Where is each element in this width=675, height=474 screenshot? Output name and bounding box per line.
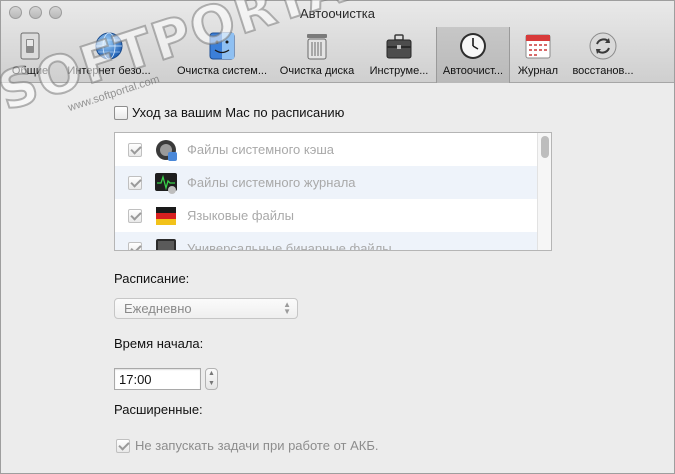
toolbar-item-internet-security[interactable]: Интернет безо...: [59, 27, 159, 83]
list-item[interactable]: Универсальные бинарные файлы: [115, 232, 538, 251]
list-item[interactable]: Языковые файлы: [115, 199, 538, 232]
switch-icon: [20, 32, 40, 60]
toolbar-item-restore[interactable]: восстанов...: [565, 27, 641, 83]
advanced-label: Расширенные:: [114, 402, 203, 417]
toolbar-item-log[interactable]: Журнал: [513, 27, 563, 83]
globe-icon: [95, 32, 123, 60]
toolbar: Автоочистка Общие Интернет безо... Очист…: [1, 1, 674, 83]
start-time-label: Время начала:: [114, 336, 204, 351]
task-checkbox[interactable]: [128, 142, 142, 157]
task-checkbox[interactable]: [128, 175, 142, 190]
toolbar-label: Интернет безо...: [67, 65, 151, 77]
task-label: Универсальные бинарные файлы: [187, 241, 392, 251]
finder-icon: [209, 32, 235, 60]
toolbar-item-tools[interactable]: Инструме...: [363, 27, 435, 83]
list-item[interactable]: Файлы системного кэша: [115, 133, 538, 166]
binary-icon: [156, 238, 176, 250]
preferences-window: Автоочистка Общие Интернет безо... Очист…: [0, 0, 675, 474]
battery-checkbox-label: Не запускать задачи при работе от АКБ.: [135, 438, 379, 453]
toolbar-item-autoclean[interactable]: Автоочист...: [436, 27, 510, 83]
popup-arrows-icon: ▲ ▼: [283, 300, 291, 316]
toolbar-item-disk-cleanup[interactable]: Очистка диска: [275, 27, 359, 83]
schedule-popup[interactable]: Ежедневно ▲ ▼: [114, 298, 298, 319]
toolbar-label: Общие: [11, 65, 49, 77]
restore-icon: [589, 32, 617, 60]
toolbar-label: Очистка систем...: [176, 65, 268, 77]
list-item[interactable]: Файлы системного журнала: [115, 166, 538, 199]
calendar-icon: [525, 34, 551, 59]
toolbar-label: восстанов...: [572, 65, 634, 77]
cache-icon: [156, 139, 177, 161]
task-checkbox[interactable]: [128, 241, 142, 250]
schedule-checkbox[interactable]: [114, 105, 128, 120]
task-label: Файлы системного журнала: [187, 175, 356, 190]
toolbar-label: Очистка диска: [279, 65, 355, 77]
battery-checkbox[interactable]: [116, 438, 130, 453]
toolbar-item-system-cleanup[interactable]: Очистка систем...: [173, 27, 271, 83]
toolbar-label: Журнал: [517, 65, 559, 77]
task-label: Языковые файлы: [187, 208, 294, 223]
task-list-scrollbar[interactable]: [537, 133, 551, 250]
toolbox-icon: [386, 34, 412, 59]
flag-icon: [156, 206, 176, 225]
toolbar-label: Инструме...: [369, 65, 429, 77]
task-list: Файлы системного кэша Файлы системного ж…: [114, 132, 552, 251]
log-icon: [155, 172, 177, 194]
clock-icon: [460, 33, 486, 59]
schedule-checkbox-label: Уход за вашим Mac по расписанию: [132, 105, 345, 120]
toolbar-item-general[interactable]: Общие: [7, 27, 53, 83]
schedule-label: Расписание:: [114, 271, 190, 286]
disk-cleaner-icon: [307, 34, 327, 60]
schedule-checkbox-row[interactable]: Уход за вашим Mac по расписанию: [114, 105, 344, 120]
window-title: Автоочистка: [300, 6, 375, 21]
scrollbar-thumb[interactable]: [541, 136, 549, 158]
start-time-field[interactable]: 17:00: [114, 368, 201, 390]
schedule-selected: Ежедневно: [124, 301, 192, 316]
start-time-stepper[interactable]: ▲ ▼: [205, 368, 218, 390]
task-checkbox[interactable]: [128, 208, 142, 223]
battery-checkbox-row[interactable]: Не запускать задачи при работе от АКБ.: [116, 438, 378, 453]
toolbar-label: Автоочист...: [442, 65, 504, 77]
task-label: Файлы системного кэша: [187, 142, 334, 157]
